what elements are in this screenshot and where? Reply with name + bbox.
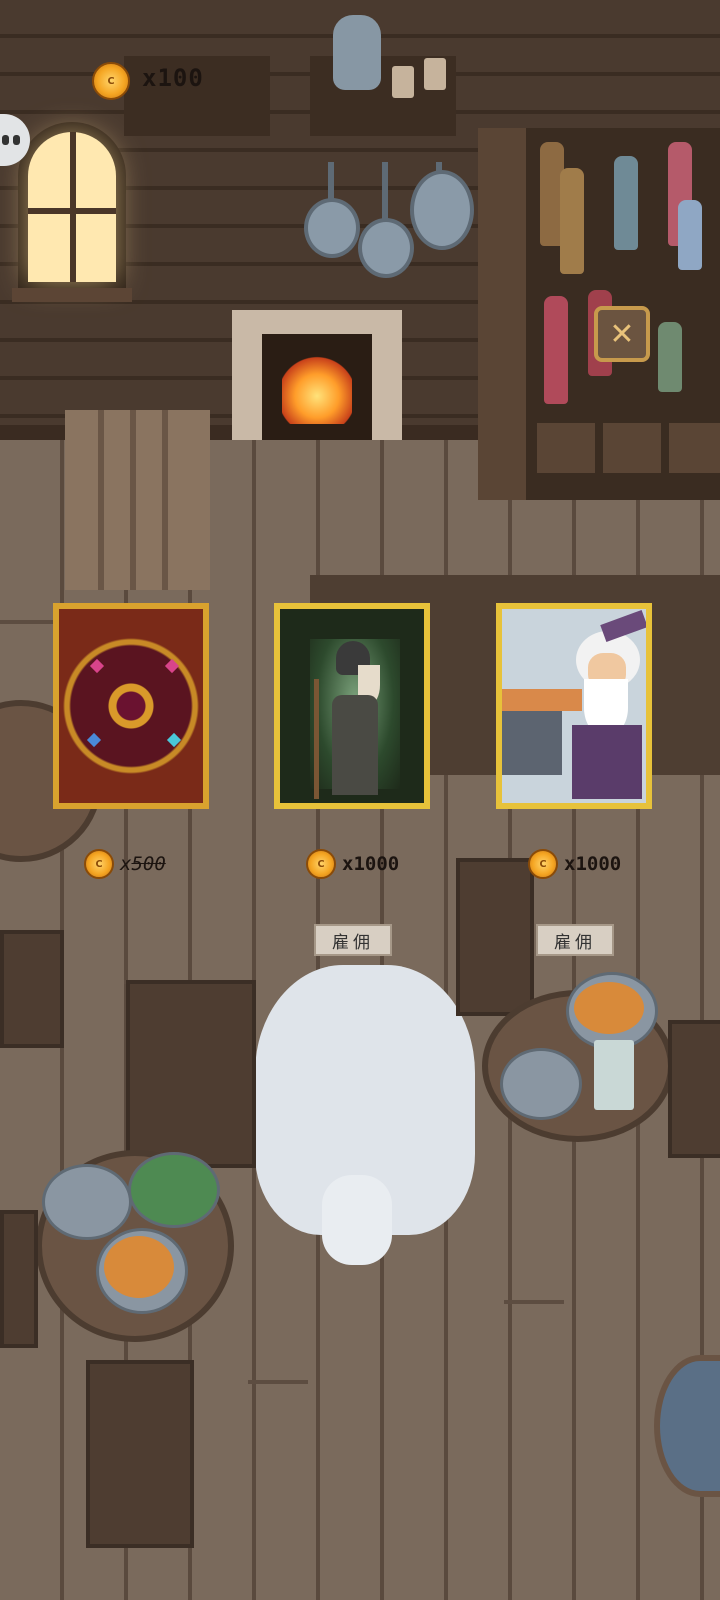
drawer [534, 420, 598, 476]
plague-doctor-robe [332, 695, 378, 795]
staff-icon [314, 679, 319, 799]
cabinet-post [478, 128, 526, 500]
price-blacksmith: x1000 [528, 848, 621, 880]
frying-pan-icon [410, 170, 474, 250]
soup-bowl-icon [574, 982, 644, 1034]
floor-seam [0, 620, 60, 624]
crate-slat [98, 410, 104, 590]
hire-button-blacksmith[interactable]: 雇佣 [536, 924, 614, 956]
frying-pan-icon [358, 218, 414, 278]
price-card-back: x500 [84, 848, 166, 880]
window-sill [12, 288, 132, 302]
coin-icon [92, 62, 130, 100]
pause-dot [13, 135, 20, 145]
crate-slat [162, 410, 168, 590]
fish-plate-icon [500, 1048, 582, 1120]
chair [0, 930, 64, 1048]
bottle-icon [560, 168, 584, 274]
chair [456, 858, 534, 1016]
hire-button-plague-doctor[interactable]: 雇佣 [314, 924, 392, 956]
pan-handle [328, 162, 334, 202]
fish-plate-icon [42, 1164, 132, 1240]
price-label: x1000 [342, 853, 400, 875]
price-old: 500 [131, 853, 166, 875]
coin-icon [528, 849, 558, 879]
chair [126, 980, 256, 1168]
anvil-icon [502, 705, 562, 775]
gem-icon [86, 732, 102, 748]
chair [86, 1360, 194, 1548]
beer-mug-icon [594, 1040, 634, 1110]
forge-glow [502, 689, 582, 711]
wooden-crates [65, 410, 210, 590]
drawer [666, 420, 720, 476]
bottle-icon [614, 156, 638, 250]
jug-icon [333, 15, 381, 90]
drawer [600, 420, 664, 476]
price-prefix: x [120, 853, 132, 875]
close-x-icon: ✕ [609, 316, 635, 352]
gem-icon [164, 658, 180, 674]
card-back[interactable] [53, 603, 209, 809]
plague-doctor-card[interactable] [274, 603, 430, 809]
crate-slat [130, 410, 136, 590]
bottle-icon [678, 200, 702, 270]
mug-icon [424, 58, 446, 90]
pause-dots-icon [2, 135, 9, 145]
frying-pan-icon [304, 198, 360, 258]
chair [0, 1210, 38, 1348]
price-label: x500 [120, 853, 166, 875]
bottle-icon [658, 322, 682, 392]
blacksmith-card[interactable] [496, 603, 652, 809]
gem-icon [166, 732, 182, 748]
window-frame [70, 132, 76, 282]
floor-seam [248, 1380, 308, 1384]
meat-plate-icon [128, 1152, 220, 1228]
bear-head [322, 1175, 392, 1265]
soup-bowl-icon [104, 1236, 174, 1298]
price-plague-doctor: x1000 [306, 848, 399, 880]
bottle-icon [544, 296, 568, 404]
gem-icon [89, 658, 105, 674]
chair [668, 1020, 720, 1158]
arched-window [18, 122, 126, 292]
close-button[interactable]: ✕ [594, 306, 650, 362]
window-frame [28, 208, 116, 214]
coin-icon [84, 849, 114, 879]
mug-icon [392, 66, 414, 98]
coin-icon [306, 849, 336, 879]
pan-handle [382, 162, 388, 222]
coin-count: x100 [142, 64, 204, 92]
blacksmith-apron [572, 725, 642, 799]
fireplace [232, 310, 402, 440]
firebox [262, 334, 372, 440]
floor-seam [504, 1300, 564, 1304]
fire-icon [282, 354, 352, 424]
price-label: x1000 [564, 853, 622, 875]
